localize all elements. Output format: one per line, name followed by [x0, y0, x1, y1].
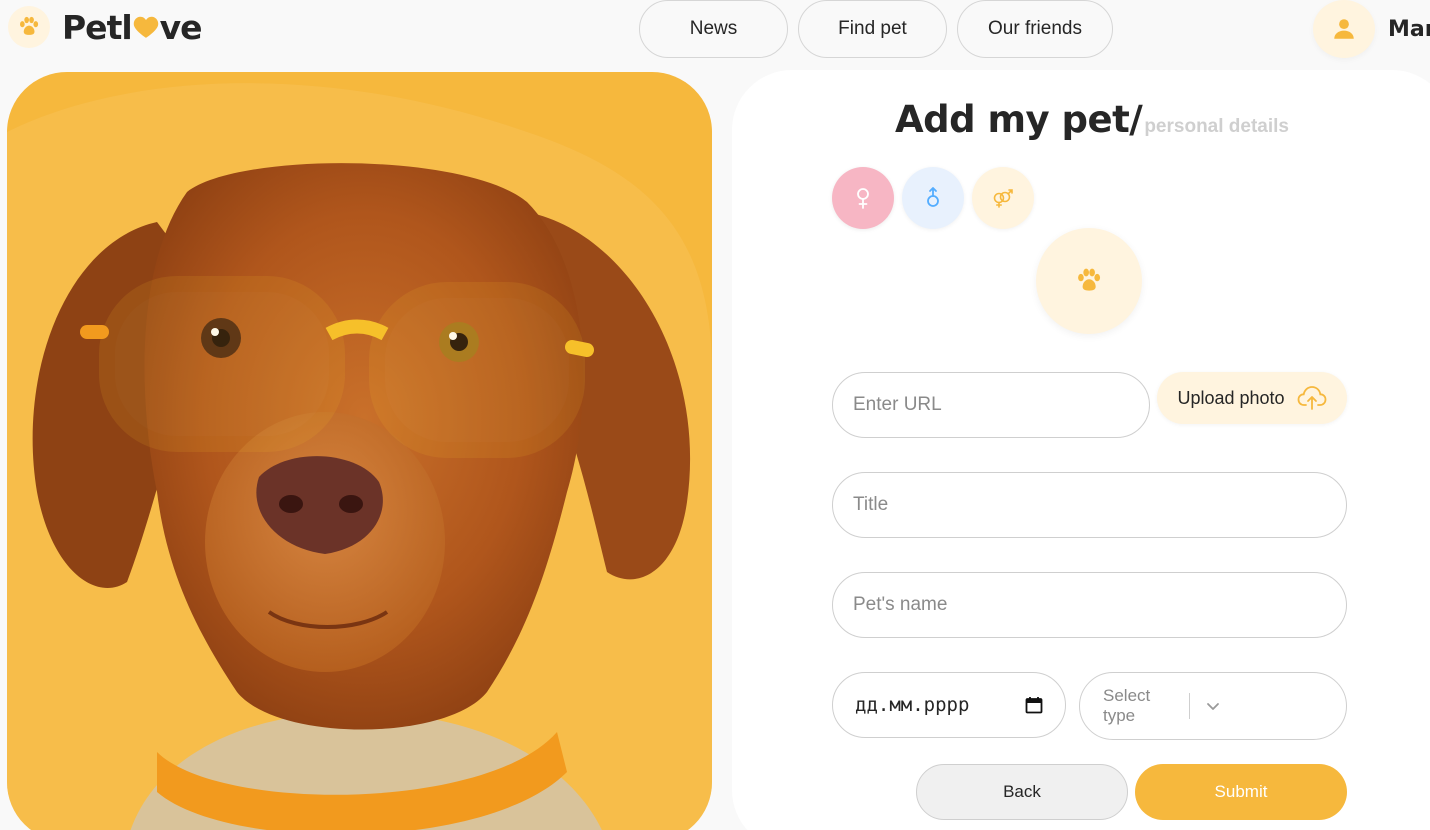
upload-photo-label: Upload photo [1177, 387, 1285, 408]
chevron-down-icon[interactable] [1204, 697, 1222, 715]
nav-news[interactable]: News [639, 0, 788, 58]
female-symbol-icon [857, 188, 869, 209]
paw-icon [1078, 268, 1101, 291]
multiple-gender-option[interactable] [972, 167, 1034, 229]
sex-selector [832, 167, 1034, 229]
dog-illustration [7, 83, 712, 830]
upload-cloud-icon [1297, 386, 1326, 410]
heart-icon [133, 8, 159, 47]
user-bar[interactable]: Mar [1313, 0, 1430, 58]
page-subtitle: personal details [1144, 116, 1289, 137]
page-title: Add my pet/ [895, 98, 1143, 141]
type-select[interactable]: Select type [1079, 672, 1347, 740]
pet-photo-preview [1036, 228, 1142, 334]
add-pet-form: Add my pet/ personal details Enter URL U… [732, 70, 1430, 830]
nav-our-friends[interactable]: Our friends [957, 0, 1113, 58]
hero-image [7, 72, 712, 830]
calendar-icon[interactable] [1025, 696, 1043, 714]
submit-button[interactable]: Submit [1135, 764, 1347, 820]
user-name[interactable]: Mar [1388, 17, 1430, 42]
url-input[interactable] [832, 372, 1150, 438]
birthday-input[interactable]: дд.мм.рррр [832, 672, 1066, 738]
male-symbol-icon [927, 187, 939, 207]
logo[interactable]: Petl ve [8, 6, 203, 48]
date-placeholder: дд.мм.рррр [855, 694, 970, 716]
female-option[interactable] [832, 167, 894, 229]
nav-find-pet[interactable]: Find pet [798, 0, 947, 58]
logo-text: Petl ve [62, 7, 203, 47]
male-option[interactable] [902, 167, 964, 229]
title-input[interactable] [832, 472, 1347, 538]
main-nav: News Find pet Our friends [639, 0, 1113, 58]
type-placeholder: Select type [1103, 686, 1151, 725]
select-divider [1189, 693, 1190, 719]
multiple-gender-icon [993, 189, 1013, 208]
upload-photo-button[interactable]: Upload photo [1157, 372, 1347, 424]
user-icon[interactable] [1313, 0, 1375, 58]
logo-text-start: Petl [62, 7, 133, 47]
pet-name-input[interactable] [832, 572, 1347, 638]
back-button[interactable]: Back [916, 764, 1128, 820]
logo-text-end: ve [159, 7, 203, 47]
paw-icon [8, 6, 50, 48]
form-title: Add my pet/ personal details [895, 98, 1289, 141]
